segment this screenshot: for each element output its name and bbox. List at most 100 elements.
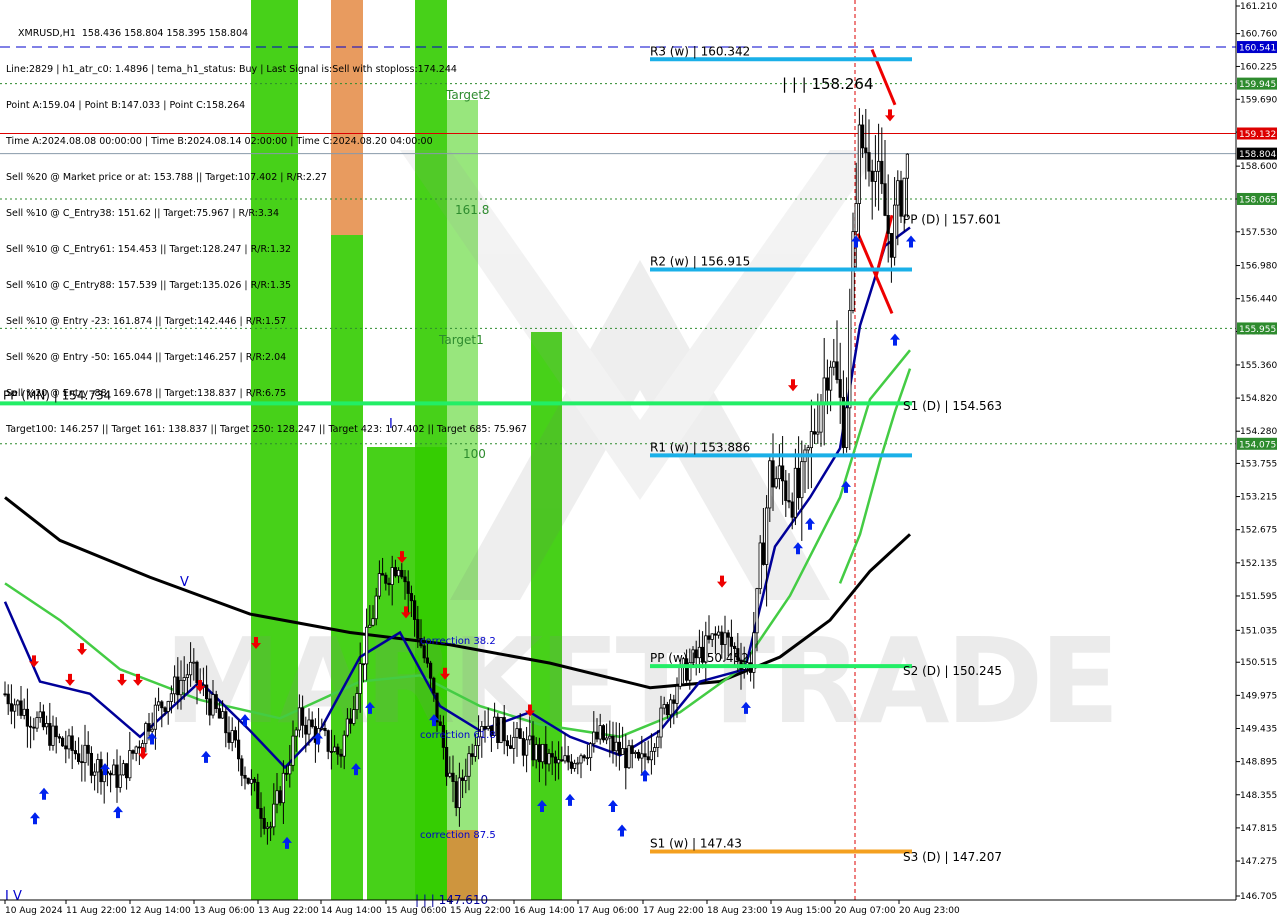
candle-body <box>384 574 388 584</box>
candle-body <box>275 790 279 805</box>
candle-body <box>861 124 865 149</box>
candle-body <box>758 542 762 590</box>
pivot-label: S3 (D) | 147.207 <box>903 850 1002 864</box>
price-tick-label: 150.515 <box>1240 658 1277 668</box>
candle-body <box>512 736 516 749</box>
candle-body <box>195 661 199 684</box>
candle-body <box>364 626 369 665</box>
candle-body <box>252 778 257 783</box>
time-tick-label: 18 Aug 23:00 <box>707 906 768 916</box>
candle-body <box>864 147 868 153</box>
candle-body <box>403 576 407 583</box>
annotation-label: correction 38.2 <box>420 636 496 647</box>
candle-body <box>217 708 221 719</box>
annotation-label: I V <box>5 889 22 904</box>
info-line: Sell %10 @ C_Entry38: 151.62 || Target:7… <box>6 208 280 219</box>
candle-body <box>179 679 183 696</box>
candle-body <box>118 774 122 788</box>
candle-body <box>163 707 167 712</box>
candle-body <box>816 431 820 435</box>
candle-body <box>659 707 663 738</box>
candle-body <box>662 704 666 709</box>
candle-body <box>182 677 186 681</box>
candle-body <box>835 361 839 380</box>
candle-body <box>707 635 711 640</box>
candle-body <box>473 745 478 757</box>
candle-body <box>896 180 900 206</box>
candle-body <box>534 744 538 761</box>
time-tick-label: 20 Aug 07:00 <box>835 906 896 916</box>
price-tick-label: 151.035 <box>1240 626 1277 636</box>
time-tick-label: 20 Aug 23:00 <box>899 906 960 916</box>
candle-body <box>425 657 430 664</box>
candle-body <box>3 693 7 696</box>
candle-body <box>621 748 625 755</box>
candle-body <box>236 739 241 760</box>
candle-body <box>339 753 343 757</box>
candle-body <box>550 753 554 758</box>
candle-body <box>281 772 286 804</box>
candle-body <box>336 746 340 755</box>
candle-body <box>51 725 55 746</box>
candle-body <box>278 790 282 804</box>
candle-body <box>272 803 276 828</box>
candle-body <box>185 674 189 678</box>
candle-body <box>605 737 609 741</box>
price-badge-label: 155.955 <box>1239 325 1276 335</box>
price-tick-label: 149.435 <box>1240 724 1277 734</box>
candle-body <box>611 735 615 752</box>
candle-body <box>57 736 62 739</box>
candle-body <box>870 170 874 182</box>
candle-body <box>829 366 833 391</box>
candle-body <box>845 407 849 448</box>
candle-body <box>284 772 289 775</box>
candle-body <box>608 735 612 739</box>
candle-body <box>172 676 177 695</box>
info-line: Sell %20 @ Entry -88: 169.678 || Target:… <box>6 388 287 399</box>
price-tick-label: 161.210 <box>1240 2 1277 12</box>
candle-body <box>877 160 881 172</box>
time-tick-label: 13 Aug 22:00 <box>258 906 319 916</box>
candle-body <box>409 593 414 602</box>
candle-body <box>451 772 455 782</box>
candle-body <box>16 700 20 706</box>
candle-body <box>169 693 173 702</box>
candle-body <box>672 699 676 704</box>
candle-body <box>470 753 474 757</box>
candle-body <box>371 618 375 626</box>
candle-body <box>89 752 93 776</box>
candle-body <box>665 704 670 716</box>
candle-body <box>73 750 77 755</box>
price-tick-label: 156.980 <box>1240 262 1277 272</box>
candle-body <box>96 759 100 773</box>
candle-body <box>899 180 903 217</box>
candle-body <box>643 753 647 758</box>
price-tick-label: 152.675 <box>1240 526 1277 536</box>
candle-body <box>576 762 580 765</box>
price-tick-label: 151.595 <box>1240 592 1277 602</box>
candle-body <box>291 735 295 766</box>
candle-body <box>848 310 852 409</box>
candle-body <box>192 661 196 664</box>
candle-body <box>557 759 561 764</box>
candle-body <box>525 739 529 756</box>
price-tick-label: 149.975 <box>1240 691 1277 701</box>
candle-body <box>326 730 330 752</box>
candle-body <box>656 736 660 748</box>
candle-body <box>889 233 894 258</box>
candle-body <box>646 756 650 761</box>
price-tick-label: 154.280 <box>1240 427 1277 437</box>
candle-body <box>54 725 58 738</box>
candle-body <box>806 447 810 451</box>
pivot-label: R1 (w) | 153.886 <box>650 440 750 454</box>
pivot-label: R3 (w) | 160.342 <box>650 44 750 58</box>
candle-body <box>390 567 394 585</box>
candle-body <box>416 619 420 639</box>
info-line: Point A:159.04 | Point B:147.033 | Point… <box>6 100 246 111</box>
candle-body <box>140 743 145 748</box>
candle-body <box>153 704 157 730</box>
price-tick-label: 147.275 <box>1240 857 1277 867</box>
price-tick-label: 159.690 <box>1240 95 1277 105</box>
price-tick-label: 158.600 <box>1240 162 1277 172</box>
candle-body <box>537 744 542 763</box>
